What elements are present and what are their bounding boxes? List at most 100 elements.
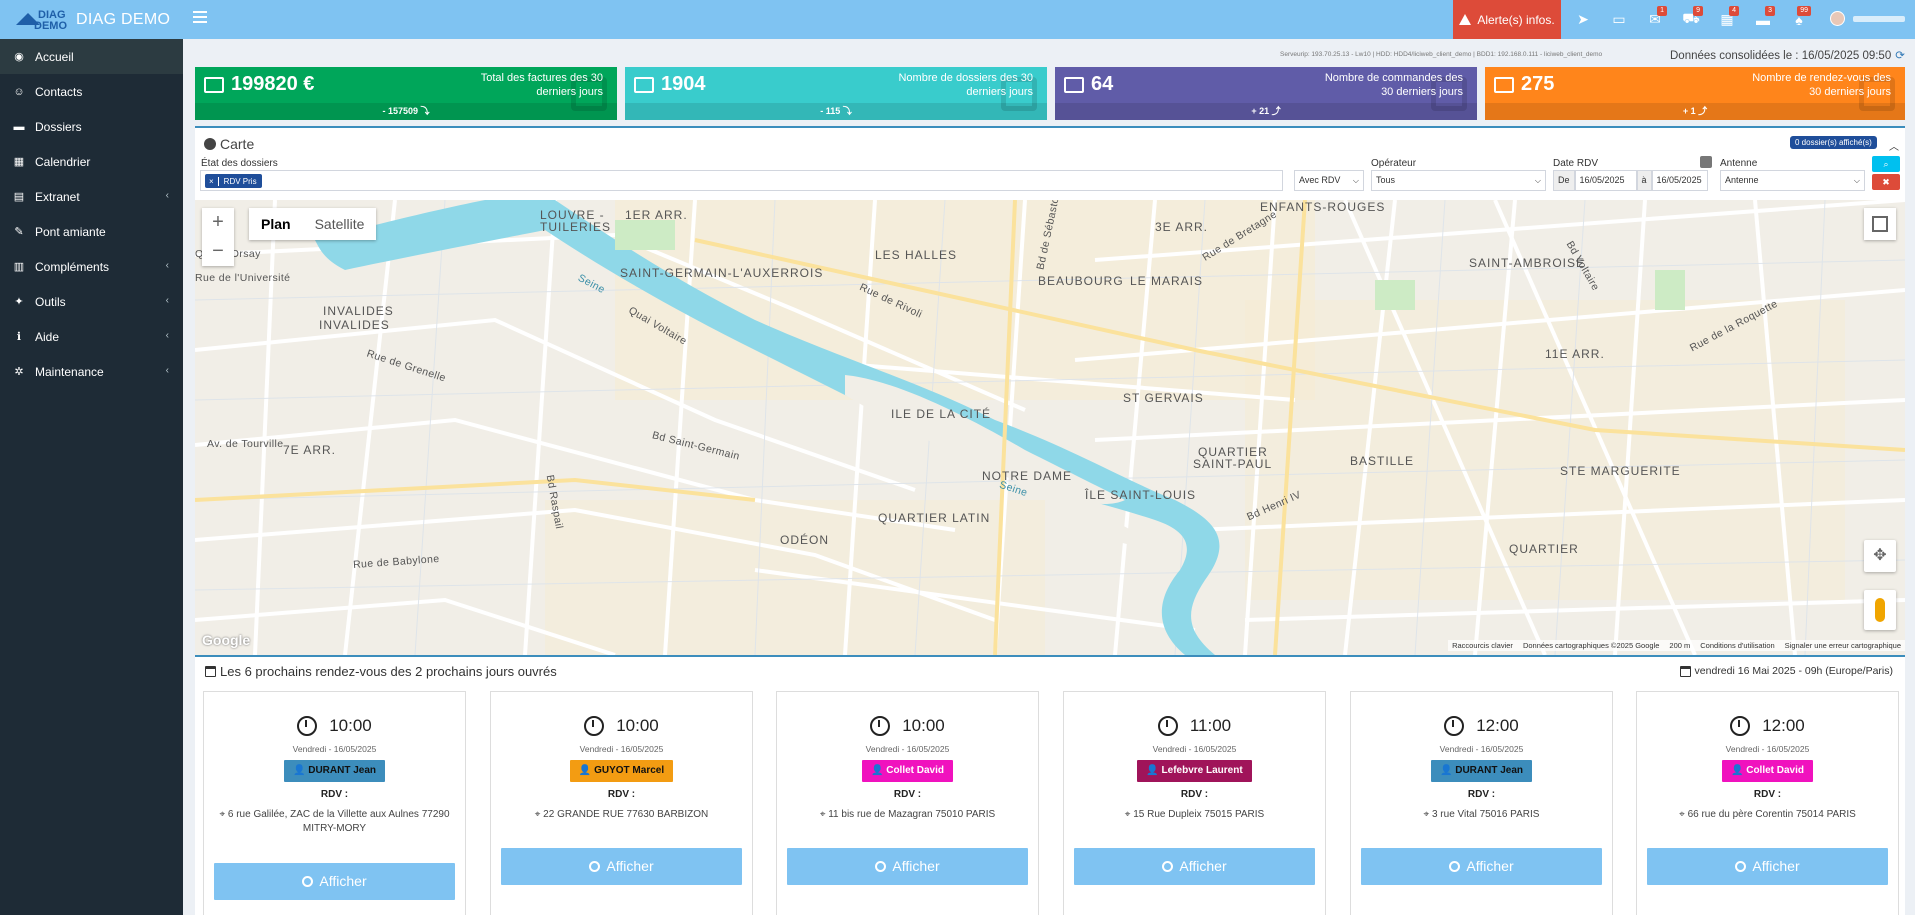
refresh-icon[interactable]: ⟳: [1895, 50, 1905, 62]
calendar-check-icon[interactable]: ▦ 4: [1709, 0, 1745, 39]
consolidated-date: Données consolidées le : 16/05/2025 09:5…: [1670, 50, 1905, 62]
stat-dossiers[interactable]: 1904 Nombre de dossiers des 30 derniers …: [625, 67, 1047, 120]
sidebar-item-contacts[interactable]: ☺ Contacts: [0, 74, 183, 109]
map-label-quartier: QUARTIER: [1509, 542, 1579, 556]
map-label-st-paul-2: SAINT-PAUL: [1193, 457, 1273, 471]
pegman-icon[interactable]: [1864, 590, 1896, 630]
sidebar-item-complements[interactable]: ▥ Compléments ‹: [0, 249, 183, 284]
cart-icon[interactable]: ⛟ 9: [1673, 0, 1709, 39]
mail-badge: 1: [1657, 6, 1667, 16]
bell-icon[interactable]: ♠ 99: [1781, 0, 1817, 39]
stat-invoices[interactable]: 199820 € Total des factures des 30 derni…: [195, 67, 617, 120]
sidebar-item-extranet[interactable]: ▤ Extranet ‹: [0, 179, 183, 214]
rdv-section-header: Les 6 prochains rendez-vous des 2 procha…: [195, 655, 1905, 685]
card-icon[interactable]: ▭: [1601, 0, 1637, 39]
map-type-plan[interactable]: Plan: [249, 208, 303, 240]
stat-rendez-vous[interactable]: 275 Nombre de rendez-vous des 30 dernier…: [1485, 67, 1905, 120]
globe-icon: [204, 138, 216, 150]
rdv-card: 10:00 Vendredi - 16/05/2025 👤 Collet Dav…: [776, 691, 1039, 915]
avatar: [1830, 11, 1845, 26]
clock-icon: [870, 716, 891, 736]
calendar-check-icon: [1494, 76, 1514, 93]
operator-badge[interactable]: 👤 DURANT Jean: [1430, 760, 1533, 782]
rdv-card: 10:00 Vendredi - 16/05/2025 👤 GUYOT Marc…: [490, 691, 753, 915]
map-card-title: Carte: [204, 136, 254, 152]
afficher-button[interactable]: Afficher: [787, 848, 1028, 885]
keyboard-shortcuts-link[interactable]: Raccourcis clavier: [1452, 641, 1513, 650]
logo-mark: DIAG DEMO: [14, 7, 70, 33]
report-error-link[interactable]: Signaler une erreur cartographique: [1785, 641, 1901, 650]
clock-icon: [297, 716, 318, 736]
rdv-address: ⌖ 3 rue Vital 75016 PARIS: [1423, 809, 1540, 820]
credit-card-icon[interactable]: ▬ 3: [1745, 0, 1781, 39]
date-to-input[interactable]: 16/05/2025: [1651, 170, 1708, 191]
operator-badge[interactable]: 👤 Collet David: [1721, 760, 1814, 782]
rdv-address: ⌖ 66 rue du père Corentin 75014 PARIS: [1679, 809, 1856, 820]
wrench-icon: ✦: [14, 296, 24, 308]
operateur-select[interactable]: Tous ⌵: [1371, 170, 1546, 191]
search-button[interactable]: ⌕: [1872, 156, 1900, 172]
date-from-input[interactable]: 16/05/2025: [1574, 170, 1637, 191]
zoom-in-button[interactable]: +: [202, 208, 234, 237]
camera-control-icon[interactable]: ✥: [1864, 540, 1896, 572]
bar-chart-icon: ▥: [13, 261, 25, 273]
sidebar-item-accueil[interactable]: ◉ Accueil: [0, 39, 183, 74]
map-view[interactable]: LOUVRE - TUILERIES 1ER ARR. 3E ARR. ENFA…: [195, 200, 1905, 655]
chevron-left-icon: ‹: [165, 365, 169, 376]
remove-tag-icon[interactable]: ×: [205, 176, 219, 186]
terms-link[interactable]: Conditions d'utilisation: [1700, 641, 1774, 650]
etat-multiselect[interactable]: × RDV Pris: [200, 170, 1283, 191]
map-label-ile-st-louis: ÎLE SAINT-LOUIS: [1085, 488, 1197, 502]
map-label-st-gervais: ST GERVAIS: [1123, 391, 1204, 405]
stat-dossiers-delta: - 115 ⤵: [625, 103, 1047, 120]
map-scale: 200 m: [1669, 641, 1691, 650]
sidebar-item-aide[interactable]: ℹ Aide ‹: [0, 319, 183, 354]
sidebar-item-outils[interactable]: ✦ Outils ‹: [0, 284, 183, 319]
sidebar-item-pont-amiante[interactable]: ✎ Pont amiante: [0, 214, 183, 249]
afficher-button[interactable]: Afficher: [1361, 848, 1602, 885]
operator-badge[interactable]: 👤 Lefebvre Laurent: [1137, 760, 1252, 782]
cog-icon: ✲: [14, 366, 24, 378]
zoom-out-button[interactable]: −: [202, 237, 234, 266]
sidebar-item-calendrier[interactable]: ▦ Calendrier: [0, 144, 183, 179]
sidebar-item-maintenance[interactable]: ✲ Maintenance ‹: [0, 354, 183, 389]
afficher-button[interactable]: Afficher: [1647, 848, 1888, 885]
mail-icon[interactable]: ✉ 1: [1637, 0, 1673, 39]
menu-toggle-icon[interactable]: [193, 11, 207, 25]
rdv-section-date: vendredi 16 Mai 2025 - 09h (Europe/Paris…: [1694, 665, 1893, 677]
operator-badge[interactable]: 👤 GUYOT Marcel: [569, 760, 674, 782]
fullscreen-icon[interactable]: [1864, 208, 1896, 240]
send-icon[interactable]: ➤: [1565, 0, 1601, 39]
alert-infos-button[interactable]: Alerte(s) infos.: [1453, 0, 1561, 39]
operator-badge[interactable]: 👤 DURANT Jean: [283, 760, 386, 782]
rdv-section-title: Les 6 prochains rendez-vous des 2 procha…: [220, 664, 557, 679]
afficher-button[interactable]: Afficher: [1074, 848, 1315, 885]
operator-badge[interactable]: 👤 Collet David: [861, 760, 954, 782]
map-card: Carte 0 dossier(s) affiché(s) ︿ État des…: [195, 126, 1905, 655]
map-label-enfants: ENFANTS-ROUGES: [1260, 200, 1386, 214]
stat-commandes[interactable]: 64 Nombre de commandes des 30 derniers j…: [1055, 67, 1477, 120]
map-label-3e: 3E ARR.: [1155, 220, 1209, 234]
antenne-select[interactable]: Antenne ⌵: [1720, 170, 1865, 191]
avec-rdv-select[interactable]: Avec RDV ⌵: [1294, 170, 1364, 191]
map-label-beaubourg: BEAUBOURG: [1038, 274, 1124, 288]
collapse-icon[interactable]: ︿: [1889, 138, 1899, 153]
sidebar-item-dossiers[interactable]: ▬ Dossiers: [0, 109, 183, 144]
afficher-button[interactable]: Afficher: [501, 848, 742, 885]
map-label-universite: Rue de l'Université: [195, 272, 291, 284]
dashboard-icon: ◉: [14, 51, 24, 63]
google-logo: Google: [202, 632, 251, 648]
app-logo[interactable]: DIAG DEMO DIAG DEMO: [0, 0, 183, 39]
rdv-card: 12:00 Vendredi - 16/05/2025 👤 Collet Dav…: [1636, 691, 1899, 915]
map-label-saint-germain: SAINT-GERMAIN-L'AUXERROIS: [620, 266, 824, 280]
afficher-button[interactable]: Afficher: [214, 863, 455, 900]
map-label-halles: LES HALLES: [875, 248, 958, 262]
map-type-control: Plan Satellite: [249, 208, 377, 240]
clear-date-icon[interactable]: [1700, 156, 1712, 168]
map-type-satellite[interactable]: Satellite: [303, 208, 377, 240]
delete-button[interactable]: ✖: [1872, 174, 1900, 190]
rdv-address: ⌖ 22 GRANDE RUE 77630 BARBIZON: [534, 809, 709, 820]
operateur-label: Opérateur: [1371, 158, 1417, 169]
user-name-redacted: [1853, 15, 1905, 22]
user-menu[interactable]: [1830, 11, 1905, 26]
